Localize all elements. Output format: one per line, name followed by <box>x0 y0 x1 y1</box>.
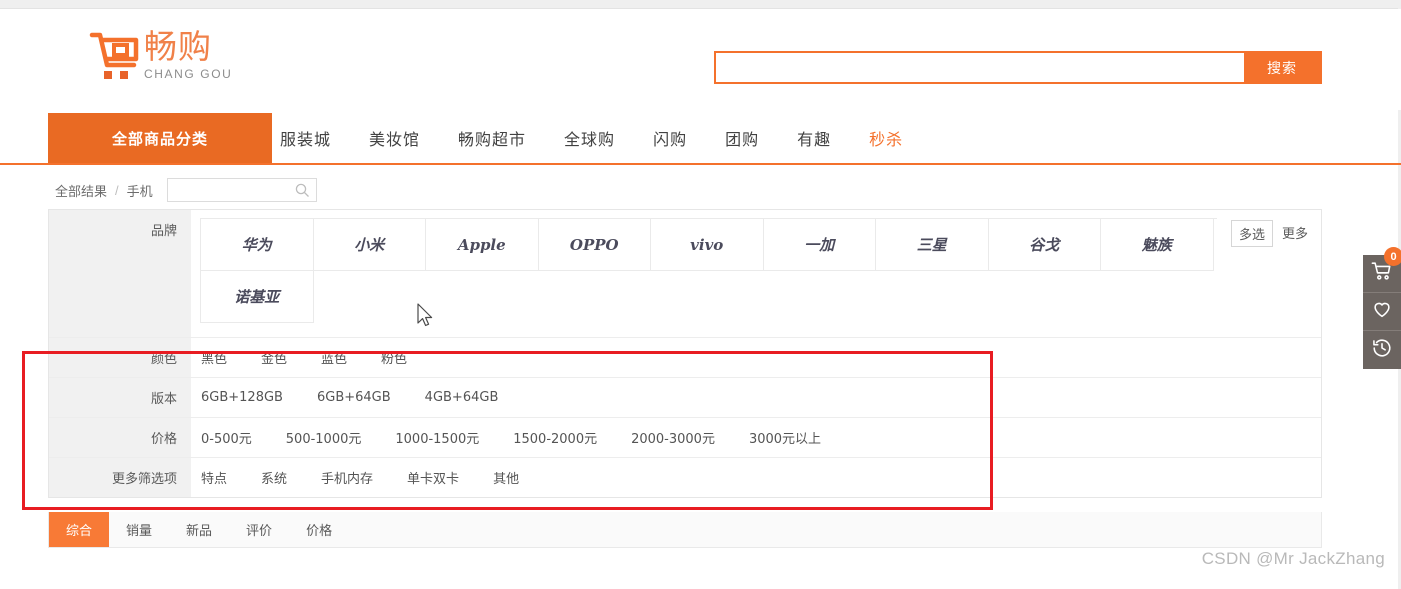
nav-item-shangou[interactable]: 闪购 <box>653 126 687 150</box>
top-gray-strip <box>0 0 1401 9</box>
sort-tab-sales[interactable]: 销量 <box>109 512 169 547</box>
brand-option-xiaomi[interactable]: 小米 <box>313 219 426 271</box>
filter-row-more-options: 更多筛选项 特点 系统 手机内存 单卡双卡 其他 <box>49 458 1321 497</box>
more-option-sim[interactable]: 单卡双卡 <box>401 468 465 487</box>
brand-option-oneplus[interactable]: 一加 <box>763 219 876 271</box>
filter-row-price: 价格 0-500元 500-1000元 1000-1500元 1500-2000… <box>49 418 1321 458</box>
nav-item-list: 服装城 美妆馆 畅购超市 全球购 闪购 团购 有趣 秒杀 <box>280 113 941 163</box>
brand-option-oppo[interactable]: OPPO <box>538 219 651 271</box>
color-option-blue[interactable]: 蓝色 <box>315 348 353 367</box>
sort-tab-reviews[interactable]: 评价 <box>229 512 289 547</box>
brand-option-samsung[interactable]: 三星 <box>876 219 989 271</box>
logo-english-text: CHANG GOU <box>144 67 233 81</box>
breadcrumb: 全部结果 / 手机 <box>55 177 317 203</box>
filter-label-more-options: 更多筛选项 <box>49 458 191 497</box>
logo-chinese-text: 畅购 <box>144 27 212 66</box>
brand-option-apple[interactable]: Apple <box>426 219 539 271</box>
version-option-4gb-64gb[interactable]: 4GB+64GB <box>419 390 505 405</box>
site-header: 畅购 CHANG GOU 搜索 <box>0 9 1401 110</box>
nav-item-changgouchaoshi[interactable]: 畅购超市 <box>458 126 526 150</box>
filter-row-version: 版本 6GB+128GB 6GB+64GB 4GB+64GB <box>49 378 1321 418</box>
brand-option-grid: 华为 小米 Apple OPPO vivo 一加 三星 谷戈 魅族 诺基亚 <box>200 218 1217 323</box>
more-option-system[interactable]: 系统 <box>255 468 293 487</box>
version-option-6gb-128gb[interactable]: 6GB+128GB <box>195 390 289 405</box>
watermark-text: CSDN @Mr JackZhang <box>1201 549 1385 568</box>
sidebar-cart-button[interactable]: 0 <box>1363 247 1401 293</box>
more-option-other[interactable]: 其他 <box>487 468 525 487</box>
price-option-0-500[interactable]: 0-500元 <box>195 428 258 447</box>
price-option-1000-1500[interactable]: 1000-1500元 <box>389 428 485 447</box>
filter-body-color: 黑色 金色 蓝色 粉色 <box>191 338 1321 377</box>
filter-body-price: 0-500元 500-1000元 1000-1500元 1500-2000元 2… <box>191 418 1321 457</box>
sort-tab-comprehensive[interactable]: 综合 <box>49 512 110 547</box>
brand-more-link[interactable]: 更多 <box>1282 223 1308 242</box>
price-option-above-3000[interactable]: 3000元以上 <box>743 428 827 447</box>
nav-item-quanqiugou[interactable]: 全球购 <box>564 126 615 150</box>
brand-option-meizu[interactable]: 魅族 <box>1101 219 1214 271</box>
heart-icon <box>1371 298 1393 325</box>
price-option-2000-3000[interactable]: 2000-3000元 <box>625 428 721 447</box>
cart-count-badge: 0 <box>1384 247 1401 266</box>
brand-option-vivo[interactable]: vivo <box>651 219 764 271</box>
brand-option-huawei[interactable]: 华为 <box>201 219 314 271</box>
filter-label-price: 价格 <box>49 418 191 457</box>
nav-item-meizhuangguan[interactable]: 美妆馆 <box>369 126 420 150</box>
nav-item-fuzhuangcheng[interactable]: 服装城 <box>280 126 331 150</box>
brand-actions: 多选 更多 <box>1231 220 1308 323</box>
filter-body-version: 6GB+128GB 6GB+64GB 4GB+64GB <box>191 378 1321 417</box>
filter-body-more-options: 特点 系统 手机内存 单卡双卡 其他 <box>191 458 1321 497</box>
sort-tab-price[interactable]: 价格 <box>289 512 349 547</box>
nav-all-categories[interactable]: 全部商品分类 <box>48 113 272 163</box>
nav-item-tuangou[interactable]: 团购 <box>725 126 759 150</box>
color-option-pink[interactable]: 粉色 <box>375 348 413 367</box>
filter-panel: 品牌 华为 小米 Apple OPPO vivo 一加 三星 谷戈 魅族 诺基亚… <box>48 209 1322 498</box>
price-option-1500-2000[interactable]: 1500-2000元 <box>507 428 603 447</box>
search-input[interactable] <box>716 53 1244 82</box>
more-option-features[interactable]: 特点 <box>195 468 233 487</box>
sidebar-favorites-button[interactable] <box>1363 293 1401 331</box>
color-option-black[interactable]: 黑色 <box>195 348 233 367</box>
main-navigation: 全部商品分类 服装城 美妆馆 畅购超市 全球购 闪购 团购 有趣 秒杀 <box>0 113 1401 165</box>
brand-option-nokia[interactable]: 诺基亚 <box>201 271 314 323</box>
search-button[interactable]: 搜索 <box>1244 53 1320 82</box>
breadcrumb-current-category[interactable]: 手机 <box>127 181 153 200</box>
filter-row-color: 颜色 黑色 金色 蓝色 粉色 <box>49 338 1321 378</box>
breadcrumb-search-input[interactable] <box>167 179 288 201</box>
sort-tab-new[interactable]: 新品 <box>169 512 229 547</box>
color-option-gold[interactable]: 金色 <box>255 348 293 367</box>
version-option-6gb-64gb[interactable]: 6GB+64GB <box>311 390 397 405</box>
filter-label-brand: 品牌 <box>49 210 191 337</box>
filter-body-brand: 华为 小米 Apple OPPO vivo 一加 三星 谷戈 魅族 诺基亚 多选… <box>191 210 1321 337</box>
floating-right-sidebar: 0 <box>1363 247 1401 369</box>
multi-select-button[interactable]: 多选 <box>1231 220 1274 247</box>
shopping-cart-logo-icon <box>88 29 140 81</box>
price-option-500-1000[interactable]: 500-1000元 <box>280 428 368 447</box>
sort-tab-bar: 综合 销量 新品 评价 价格 <box>48 512 1322 548</box>
header-search-box: 搜索 <box>714 51 1322 84</box>
breadcrumb-all-results[interactable]: 全部结果 <box>55 181 107 200</box>
breadcrumb-search-box <box>166 178 317 202</box>
brand-option-google[interactable]: 谷戈 <box>988 219 1101 271</box>
sidebar-history-button[interactable] <box>1363 331 1401 369</box>
nav-item-miaosha[interactable]: 秒杀 <box>869 126 903 150</box>
more-option-memory[interactable]: 手机内存 <box>315 468 379 487</box>
history-icon <box>1371 337 1393 364</box>
nav-item-youqu[interactable]: 有趣 <box>797 126 831 150</box>
filter-label-color: 颜色 <box>49 338 191 377</box>
search-icon <box>295 183 310 198</box>
breadcrumb-separator: / <box>115 182 119 198</box>
filter-label-version: 版本 <box>49 378 191 417</box>
site-logo[interactable]: 畅购 CHANG GOU <box>88 29 232 81</box>
filter-row-brand: 品牌 华为 小米 Apple OPPO vivo 一加 三星 谷戈 魅族 诺基亚… <box>49 210 1321 338</box>
